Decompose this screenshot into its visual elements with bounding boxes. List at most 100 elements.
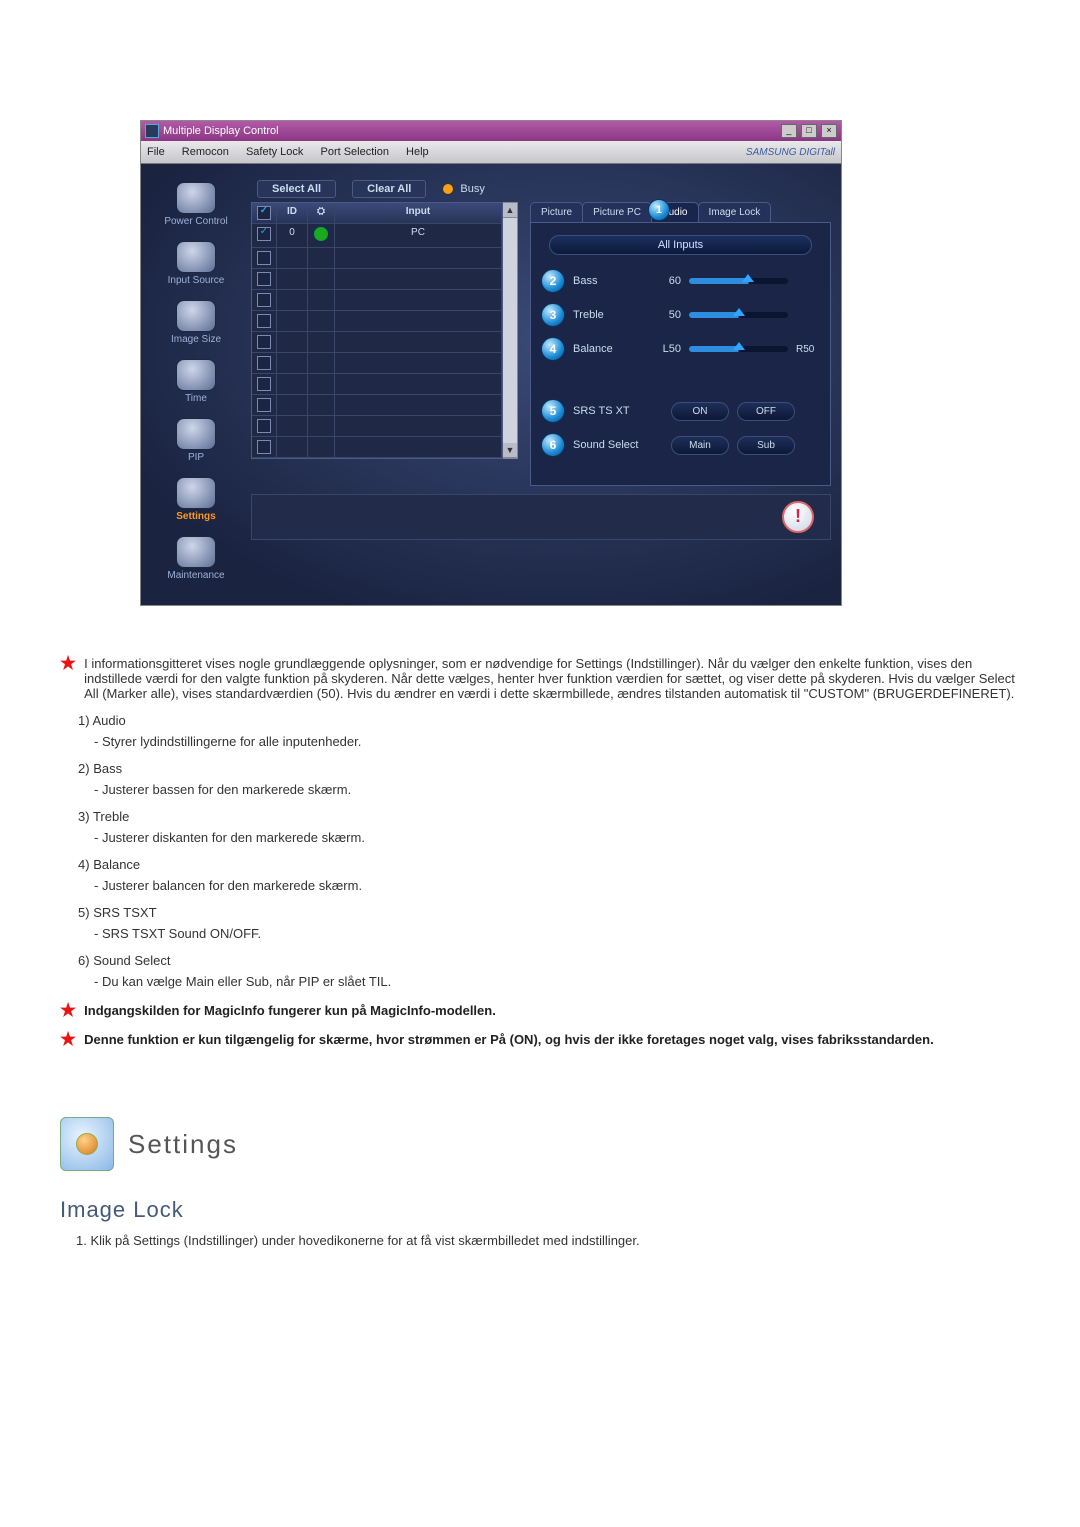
menu-bar: File Remocon Safety Lock Port Selection … bbox=[141, 141, 841, 164]
row-checkbox[interactable] bbox=[257, 419, 271, 433]
row-checkbox[interactable] bbox=[257, 356, 271, 370]
srs-on-button[interactable]: ON bbox=[671, 402, 729, 421]
minimize-button[interactable]: _ bbox=[781, 124, 797, 138]
row-checkbox[interactable] bbox=[257, 398, 271, 412]
table-row[interactable] bbox=[252, 269, 502, 290]
table-row[interactable] bbox=[252, 395, 502, 416]
section-title: Settings bbox=[128, 1129, 238, 1160]
srs-off-button[interactable]: OFF bbox=[737, 402, 795, 421]
clear-all-button[interactable]: Clear All bbox=[352, 180, 426, 198]
time-icon bbox=[176, 359, 216, 391]
menu-port-selection[interactable]: Port Selection bbox=[320, 146, 388, 158]
item-2-title: Bass bbox=[93, 761, 122, 776]
bass-slider[interactable] bbox=[689, 278, 788, 284]
grid-scrollbar[interactable]: ▲ ▼ bbox=[503, 202, 518, 459]
item-5-sub: - SRS TSXT Sound ON/OFF. bbox=[94, 926, 1020, 941]
maximize-button[interactable]: □ bbox=[801, 124, 817, 138]
item-5-title: SRS TSXT bbox=[93, 905, 156, 920]
note-1: Indgangskilden for MagicInfo fungerer ku… bbox=[84, 1003, 1020, 1018]
row-checkbox[interactable] bbox=[257, 440, 271, 454]
sidebar-label: Settings bbox=[141, 511, 251, 522]
col-status-icon: ⛭ bbox=[308, 203, 335, 224]
callout-4: 4 bbox=[541, 337, 565, 361]
srs-row: 5 SRS TS XT ON OFF bbox=[541, 399, 820, 423]
sidebar-item-power-control[interactable]: Power Control bbox=[141, 182, 251, 227]
tab-picture-pc[interactable]: Picture PC bbox=[582, 202, 652, 222]
cell-id: 0 bbox=[277, 224, 308, 248]
sidebar-item-time[interactable]: Time bbox=[141, 359, 251, 404]
close-button[interactable]: × bbox=[821, 124, 837, 138]
pip-icon bbox=[176, 418, 216, 450]
sound-select-sub-button[interactable]: Sub bbox=[737, 436, 795, 455]
tab-audio[interactable]: 1 Audio bbox=[651, 202, 699, 222]
sidebar-item-pip[interactable]: PIP bbox=[141, 418, 251, 463]
item-6-title: Sound Select bbox=[93, 953, 170, 968]
scroll-up-icon[interactable]: ▲ bbox=[503, 203, 517, 218]
sidebar-item-maintenance[interactable]: Maintenance bbox=[141, 536, 251, 581]
table-row[interactable] bbox=[252, 437, 502, 458]
busy-indicator: Busy bbox=[442, 183, 484, 195]
window-title: Multiple Display Control bbox=[163, 125, 279, 137]
table-row[interactable] bbox=[252, 332, 502, 353]
col-id: ID bbox=[277, 203, 308, 224]
scroll-down-icon[interactable]: ▼ bbox=[503, 443, 517, 458]
sidebar-item-settings[interactable]: Settings bbox=[141, 477, 251, 522]
row-checkbox[interactable] bbox=[257, 272, 271, 286]
menu-help[interactable]: Help bbox=[406, 146, 429, 158]
row-checkbox[interactable] bbox=[257, 314, 271, 328]
row-checkbox[interactable] bbox=[257, 251, 271, 265]
bass-row: 2 Bass 60 bbox=[541, 269, 820, 293]
balance-slider[interactable] bbox=[689, 346, 788, 352]
tab-image-lock[interactable]: Image Lock bbox=[698, 202, 772, 222]
cell-input: PC bbox=[335, 224, 502, 248]
table-row[interactable] bbox=[252, 290, 502, 311]
menu-safety-lock[interactable]: Safety Lock bbox=[246, 146, 303, 158]
title-bar: Multiple Display Control _ □ × bbox=[141, 121, 841, 141]
callout-1: 1 bbox=[648, 199, 670, 221]
warning-icon: ! bbox=[782, 501, 814, 533]
sound-select-main-button[interactable]: Main bbox=[671, 436, 729, 455]
treble-slider[interactable] bbox=[689, 312, 788, 318]
sidebar-label: PIP bbox=[141, 452, 251, 463]
row-checkbox[interactable] bbox=[257, 335, 271, 349]
window-controls: _ □ × bbox=[780, 124, 837, 138]
maintenance-icon bbox=[176, 536, 216, 568]
bass-value: 60 bbox=[651, 275, 681, 287]
row-checkbox[interactable] bbox=[257, 377, 271, 391]
busy-label: Busy bbox=[460, 183, 484, 195]
table-row[interactable] bbox=[252, 311, 502, 332]
table-row[interactable]: 0 PC bbox=[252, 224, 502, 248]
app-icon bbox=[145, 124, 159, 138]
subsection-title: Image Lock bbox=[60, 1197, 1020, 1223]
input-source-icon bbox=[176, 241, 216, 273]
menu-file[interactable]: File bbox=[147, 146, 165, 158]
callout-6: 6 bbox=[541, 433, 565, 457]
header-checkbox[interactable] bbox=[257, 206, 271, 220]
table-row[interactable] bbox=[252, 374, 502, 395]
sidebar-label: Maintenance bbox=[141, 570, 251, 581]
row-checkbox[interactable] bbox=[257, 293, 271, 307]
balance-row: 4 Balance L50 R50 bbox=[541, 337, 820, 361]
srs-label: SRS TS XT bbox=[573, 405, 663, 417]
row-checkbox[interactable] bbox=[257, 227, 271, 241]
sidebar-label: Time bbox=[141, 393, 251, 404]
item-1-num: 1) bbox=[78, 713, 90, 728]
table-row[interactable] bbox=[252, 248, 502, 269]
document-body: ★ I informationsgitteret vises nogle gru… bbox=[60, 656, 1020, 1248]
menu-remocon[interactable]: Remocon bbox=[182, 146, 229, 158]
status-led-icon bbox=[314, 227, 328, 241]
table-row[interactable] bbox=[252, 416, 502, 437]
sidebar-item-input-source[interactable]: Input Source bbox=[141, 241, 251, 286]
app-window: Multiple Display Control _ □ × File Remo… bbox=[140, 120, 842, 606]
image-size-icon bbox=[176, 300, 216, 332]
tab-picture[interactable]: Picture bbox=[530, 202, 583, 222]
item-2-num: 2) bbox=[78, 761, 90, 776]
star-icon: ★ bbox=[60, 1032, 76, 1046]
sidebar-label: Power Control bbox=[141, 216, 251, 227]
bass-label: Bass bbox=[573, 275, 643, 287]
all-inputs-button[interactable]: All Inputs bbox=[549, 235, 812, 255]
status-panel: ! bbox=[251, 494, 831, 540]
select-all-button[interactable]: Select All bbox=[257, 180, 336, 198]
sidebar-item-image-size[interactable]: Image Size bbox=[141, 300, 251, 345]
table-row[interactable] bbox=[252, 353, 502, 374]
